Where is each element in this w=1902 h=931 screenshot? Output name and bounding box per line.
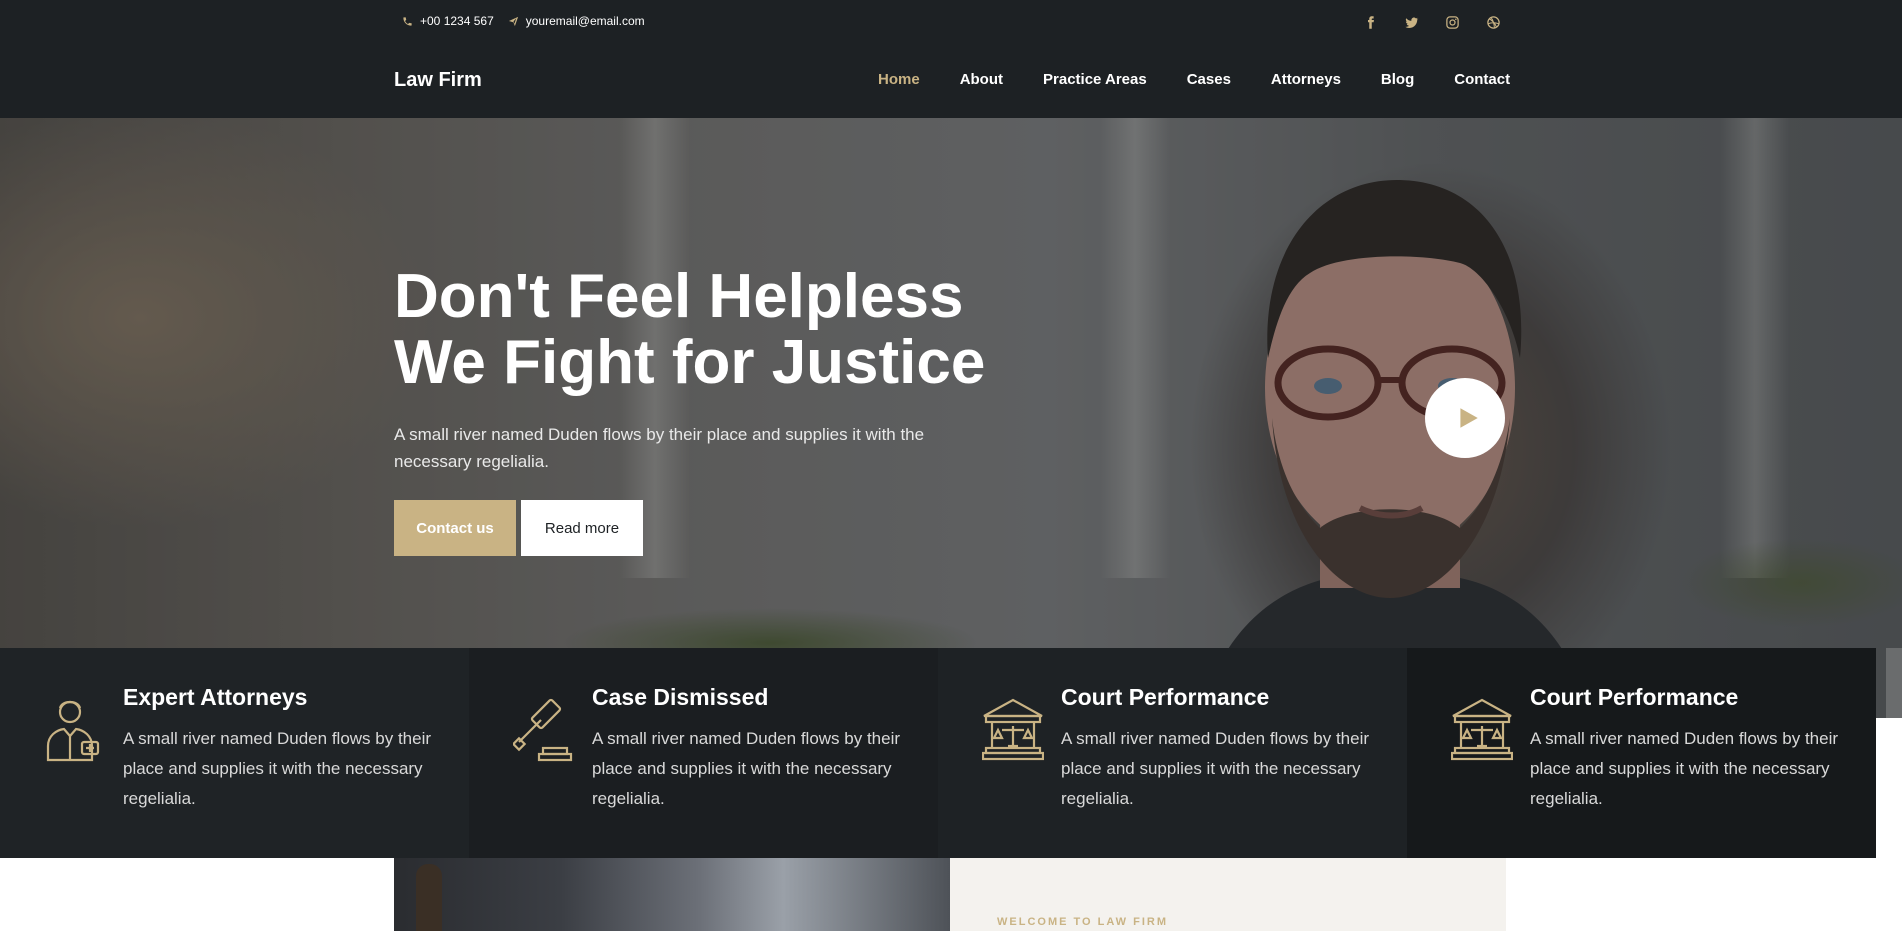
instagram-icon (1446, 15, 1459, 29)
dribbble-link[interactable] (1473, 12, 1514, 32)
courthouse-icon (1451, 698, 1513, 761)
hero-overlay (0, 118, 1902, 718)
features-strip: Expert Attorneys A small river named Dud… (0, 648, 1886, 858)
feature-card: Case Dismissed A small river named Duden… (469, 648, 938, 858)
about-image (394, 858, 950, 931)
statue-figure (416, 864, 442, 931)
read-more-button[interactable]: Read more (521, 500, 643, 556)
phone-text: +00 1234 567 (420, 14, 494, 28)
feature-card: Expert Attorneys A small river named Dud… (0, 648, 469, 858)
hero-edge (1886, 648, 1902, 718)
nav-link-cases[interactable]: Cases (1167, 71, 1251, 88)
feature-title: Court Performance (1061, 684, 1270, 710)
nav-link-contact[interactable]: Contact (1434, 71, 1530, 88)
facebook-link[interactable] (1350, 12, 1391, 32)
feature-card: Court Performance A small river named Du… (1407, 648, 1876, 858)
hero-section: Don't Feel Helpless We Fight for Justice… (0, 118, 1902, 718)
nav-link-practice-areas[interactable]: Practice Areas (1023, 71, 1167, 88)
feature-title: Court Performance (1530, 684, 1739, 710)
feature-text: A small river named Duden flows by their… (1061, 729, 1370, 808)
instagram-link[interactable] (1432, 12, 1473, 32)
phone-item[interactable]: +00 1234 567 (402, 14, 494, 28)
paper-plane-icon (508, 16, 518, 26)
feature-text: A small river named Duden flows by their… (1530, 729, 1839, 808)
hero-title-line2: We Fight for Justice (394, 328, 986, 397)
play-icon (1459, 408, 1478, 428)
courthouse-icon (982, 698, 1044, 761)
contact-us-button[interactable]: Contact us (394, 500, 516, 556)
dribbble-icon (1487, 15, 1500, 29)
nav-link-home[interactable]: Home (858, 71, 940, 88)
welcome-section: WELCOME TO LAW FIRM (950, 858, 1506, 931)
email-item[interactable]: youremail@email.com (508, 14, 645, 28)
hero-title-line1: Don't Feel Helpless (394, 262, 964, 331)
nav-link-about[interactable]: About (940, 71, 1023, 88)
feature-text: A small river named Duden flows by their… (592, 729, 901, 808)
site-header: +00 1234 567 youremail@email.com Law Fir… (0, 0, 1902, 118)
feature-card: Court Performance A small river named Du… (938, 648, 1407, 858)
hero-subtitle: A small river named Duden flows by their… (394, 425, 925, 471)
nav-link-attorneys[interactable]: Attorneys (1251, 71, 1361, 88)
social-links (1350, 12, 1514, 32)
welcome-tag: WELCOME TO LAW FIRM (997, 916, 1169, 928)
play-video-button[interactable] (1425, 378, 1505, 458)
twitter-link[interactable] (1391, 12, 1432, 32)
main-navbar: Law Firm Home About Practice Areas Cases… (0, 44, 1902, 118)
email-text: youremail@email.com (525, 14, 645, 28)
feature-title: Expert Attorneys (123, 684, 308, 710)
phone-icon (403, 16, 412, 26)
nav-menu: Home About Practice Areas Cases Attorney… (858, 71, 1530, 88)
brand-logo[interactable]: Law Firm (394, 69, 482, 92)
facebook-icon (1368, 15, 1374, 29)
hero-title: Don't Feel Helpless We Fight for Justice (394, 264, 1034, 396)
attorney-icon (46, 700, 100, 762)
feature-text: A small river named Duden flows by their… (123, 729, 432, 808)
nav-link-blog[interactable]: Blog (1361, 71, 1434, 88)
feature-title: Case Dismissed (592, 684, 769, 710)
contact-info: +00 1234 567 youremail@email.com (402, 14, 659, 28)
gavel-icon (513, 698, 573, 762)
twitter-icon (1405, 17, 1419, 28)
top-bar: +00 1234 567 youremail@email.com (0, 0, 1902, 44)
